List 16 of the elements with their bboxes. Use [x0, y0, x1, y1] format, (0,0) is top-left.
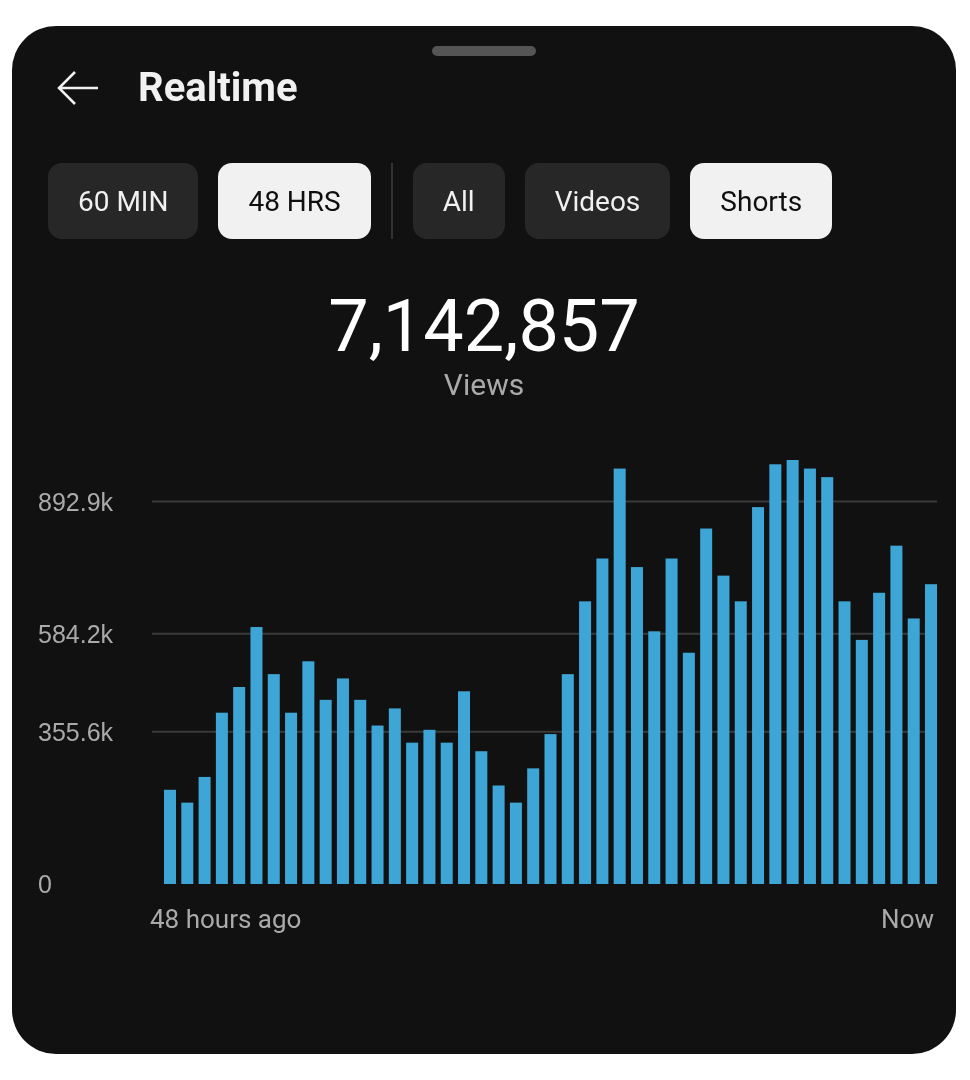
drag-handle[interactable]	[432, 46, 536, 56]
back-arrow-icon[interactable]	[56, 69, 100, 106]
y-axis-label: 0	[38, 870, 52, 896]
content-filter-chip[interactable]: Videos	[524, 163, 671, 239]
x-axis-label: 48 hours ago	[150, 904, 302, 934]
x-axis-label: Now	[881, 904, 934, 934]
time-range-chip[interactable]: 60 MIN	[48, 163, 199, 239]
y-axis-label: 892.9k	[38, 487, 114, 516]
content-filter-chip[interactable]: Shorts	[690, 163, 833, 239]
views-count: 7,142,857	[328, 287, 640, 367]
page-title: Realtime	[138, 64, 298, 111]
time-range-chip[interactable]: 48 HRS	[218, 163, 371, 239]
y-axis-label: 355.6k	[38, 717, 114, 746]
content-filter-chip[interactable]: All	[412, 163, 505, 239]
y-axis-label: 584.2k	[38, 619, 114, 648]
views-label: Views	[443, 367, 525, 402]
